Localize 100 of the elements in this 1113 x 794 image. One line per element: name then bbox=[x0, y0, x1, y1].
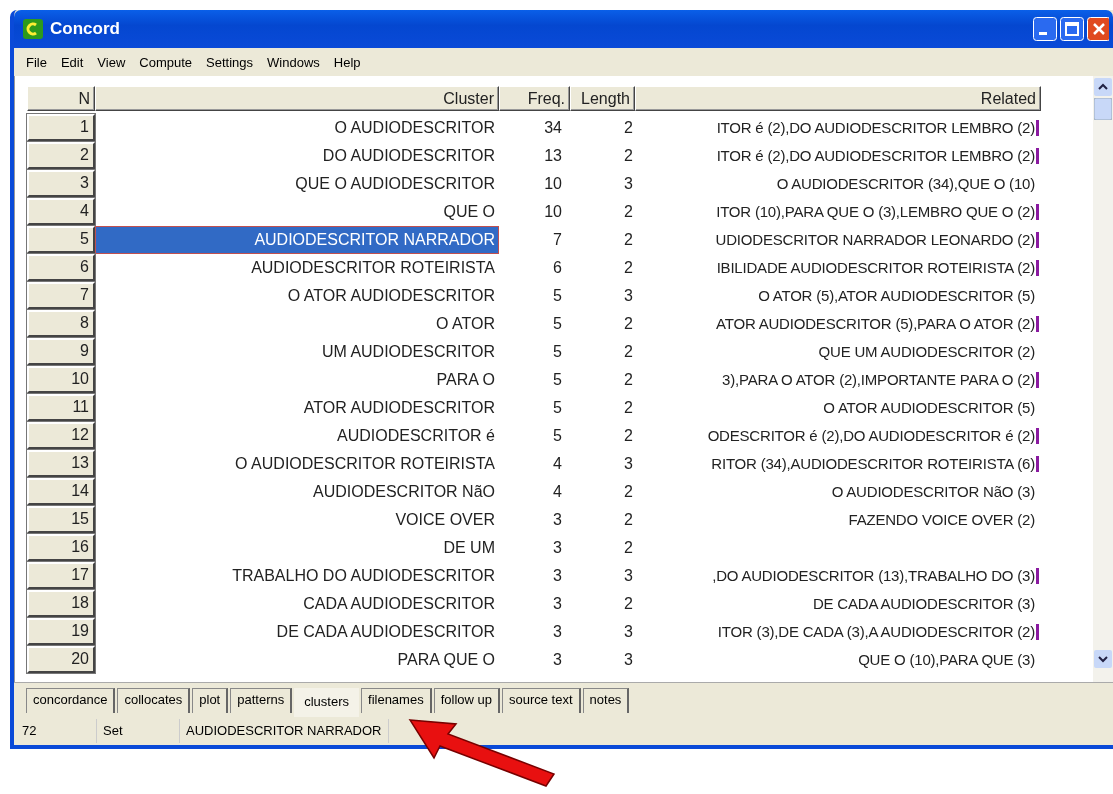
table-cell-text: 2 bbox=[623, 594, 634, 614]
table-cell-text: 3 bbox=[623, 286, 634, 306]
tab[interactable]: concordance bbox=[26, 688, 116, 713]
row-number: 18 bbox=[27, 590, 95, 617]
column-header[interactable]: Length bbox=[570, 86, 635, 111]
table-cell-text: 5 bbox=[552, 286, 563, 306]
table-cell-text: ITOR é (2),DO AUDIODESCRITOR LEMBRO (2) bbox=[716, 146, 1035, 166]
column-header[interactable]: Cluster bbox=[95, 86, 499, 111]
table-cell-text: 3 bbox=[623, 622, 634, 642]
table-cell-text: 10 bbox=[543, 202, 563, 222]
table-cell-text: O AUDIODESCRITOR NãO (3) bbox=[831, 482, 1035, 502]
table-cell-text: QUE O (10),PARA QUE (3) bbox=[858, 650, 1035, 670]
table-cell[interactable]: CADA AUDIODESCRITOR bbox=[95, 590, 499, 618]
table-cell[interactable]: PARA O bbox=[95, 366, 499, 394]
table-cell[interactable]: O ATOR AUDIODESCRITOR bbox=[95, 282, 499, 310]
table-cell-text: ATOR AUDIODESCRITOR (5),PARA O ATOR (2) bbox=[716, 314, 1035, 334]
table-cell[interactable]: O AUDIODESCRITOR ROTEIRISTA bbox=[95, 450, 499, 478]
table-cell-text: 3 bbox=[552, 566, 563, 586]
table-cell[interactable]: DE UM bbox=[95, 534, 499, 562]
column-header[interactable]: Freq. bbox=[499, 86, 570, 111]
table-cell[interactable]: QUE O bbox=[95, 198, 499, 226]
table-cell-text: 34 bbox=[543, 118, 563, 138]
menu-item[interactable]: Settings bbox=[200, 52, 260, 72]
table-cell-text: 10 bbox=[543, 174, 563, 194]
table-cell[interactable]: VOICE OVER bbox=[95, 506, 499, 534]
row-number: 8 bbox=[27, 310, 95, 337]
table-cell[interactable]: PARA QUE O bbox=[95, 646, 499, 674]
table-cell-text: O ATOR AUDIODESCRITOR (5) bbox=[823, 398, 1035, 418]
table-cell-text: 3 bbox=[552, 622, 563, 642]
tab[interactable]: follow up bbox=[433, 688, 500, 713]
table-cell-text: 5 bbox=[552, 314, 563, 334]
menu-item[interactable]: Compute bbox=[133, 52, 199, 72]
table-cell-text: 3 bbox=[623, 650, 634, 670]
table-cell[interactable]: DE CADA AUDIODESCRITOR bbox=[95, 618, 499, 646]
table-cell[interactable]: AUDIODESCRITOR é bbox=[95, 422, 499, 450]
table-cell-text: 3 bbox=[552, 510, 563, 530]
window-title: Concord bbox=[50, 19, 121, 39]
tab[interactable]: notes bbox=[582, 688, 630, 713]
maximize-button[interactable] bbox=[1060, 17, 1084, 41]
table-cell-text: FAZENDO VOICE OVER (2) bbox=[848, 510, 1035, 530]
row-number: 20 bbox=[27, 646, 95, 673]
table-cell[interactable]: TRABALHO DO AUDIODESCRITOR bbox=[95, 562, 499, 590]
table-cell-text: 5 bbox=[552, 342, 563, 362]
tab[interactable]: filenames bbox=[361, 688, 432, 713]
scroll-up-icon[interactable] bbox=[1094, 78, 1112, 96]
table-cell[interactable]: AUDIODESCRITOR ROTEIRISTA bbox=[95, 254, 499, 282]
table-cell[interactable]: AUDIODESCRITOR NãO bbox=[95, 478, 499, 506]
table-cell-text: IBILIDADE AUDIODESCRITOR ROTEIRISTA (2) bbox=[716, 258, 1035, 278]
menu-item[interactable]: View bbox=[91, 52, 132, 72]
row-number: 3 bbox=[27, 170, 95, 197]
minimize-button[interactable] bbox=[1033, 17, 1057, 41]
table-cell-text: 5 bbox=[552, 370, 563, 390]
table-cell-text: ITOR (3),DE CADA (3),A AUDIODESCRITOR (2) bbox=[717, 622, 1035, 642]
table-cell-text: 3 bbox=[623, 174, 634, 194]
close-button[interactable] bbox=[1087, 17, 1109, 41]
table-cell-text: 2 bbox=[623, 230, 634, 250]
table-cell[interactable]: UM AUDIODESCRITOR bbox=[95, 338, 499, 366]
table-cell-text: 2 bbox=[623, 202, 634, 222]
table-cell-text: 2 bbox=[623, 146, 634, 166]
row-number: 10 bbox=[27, 366, 95, 393]
table-cell-text: 3),PARA O ATOR (2),IMPORTANTE PARA O (2) bbox=[722, 370, 1035, 390]
menu-item[interactable]: Windows bbox=[261, 52, 326, 72]
table-cell[interactable]: QUE O AUDIODESCRITOR bbox=[95, 170, 499, 198]
table-cell-text: 2 bbox=[623, 426, 634, 446]
row-number: 1 bbox=[27, 114, 95, 141]
selected-cell[interactable]: AUDIODESCRITOR NARRADOR bbox=[95, 226, 499, 254]
table-cell-text: 2 bbox=[623, 258, 634, 278]
table-cell-text: RITOR (34),AUDIODESCRITOR ROTEIRISTA (6) bbox=[711, 454, 1035, 474]
scroll-down-icon[interactable] bbox=[1094, 650, 1112, 668]
table-cell[interactable]: DO AUDIODESCRITOR bbox=[95, 142, 499, 170]
tab[interactable]: plot bbox=[192, 688, 229, 713]
column-header[interactable]: N bbox=[27, 86, 95, 111]
table-cell-text: 3 bbox=[552, 538, 563, 558]
row-number: 9 bbox=[27, 338, 95, 365]
table-cell-text: 2 bbox=[623, 398, 634, 418]
table-cell-text: ITOR (10),PARA QUE O (3),LEMBRO QUE O (2) bbox=[716, 202, 1035, 222]
table-cell[interactable]: O ATOR bbox=[95, 310, 499, 338]
menu-item[interactable]: Edit bbox=[54, 52, 90, 72]
status-text: 72 bbox=[16, 719, 97, 743]
table-cell-text: QUE UM AUDIODESCRITOR (2) bbox=[818, 342, 1035, 362]
table-cell-text: 2 bbox=[623, 118, 634, 138]
tab[interactable]: patterns bbox=[230, 688, 293, 713]
row-number: 6 bbox=[27, 254, 95, 281]
tab[interactable]: collocates bbox=[117, 688, 191, 713]
row-number: 16 bbox=[27, 534, 95, 561]
table-cell[interactable]: ATOR AUDIODESCRITOR bbox=[95, 394, 499, 422]
menu-item[interactable]: Help bbox=[327, 52, 367, 72]
tab[interactable]: clusters bbox=[294, 688, 359, 717]
table-cell-text: 3 bbox=[552, 650, 563, 670]
table-cell-text: 2 bbox=[623, 510, 634, 530]
row-number: 4 bbox=[27, 198, 95, 225]
table-cell-text: ITOR é (2),DO AUDIODESCRITOR LEMBRO (2) bbox=[716, 118, 1035, 138]
table-cell[interactable]: O AUDIODESCRITOR bbox=[95, 114, 499, 142]
menu-item[interactable]: File bbox=[20, 52, 53, 72]
column-header[interactable]: Related bbox=[635, 86, 1041, 111]
row-number: 13 bbox=[27, 450, 95, 477]
scroll-thumb[interactable] bbox=[1094, 98, 1112, 120]
row-number: 17 bbox=[27, 562, 95, 589]
tab[interactable]: source text bbox=[501, 688, 581, 713]
table-cell-text: 2 bbox=[623, 482, 634, 502]
